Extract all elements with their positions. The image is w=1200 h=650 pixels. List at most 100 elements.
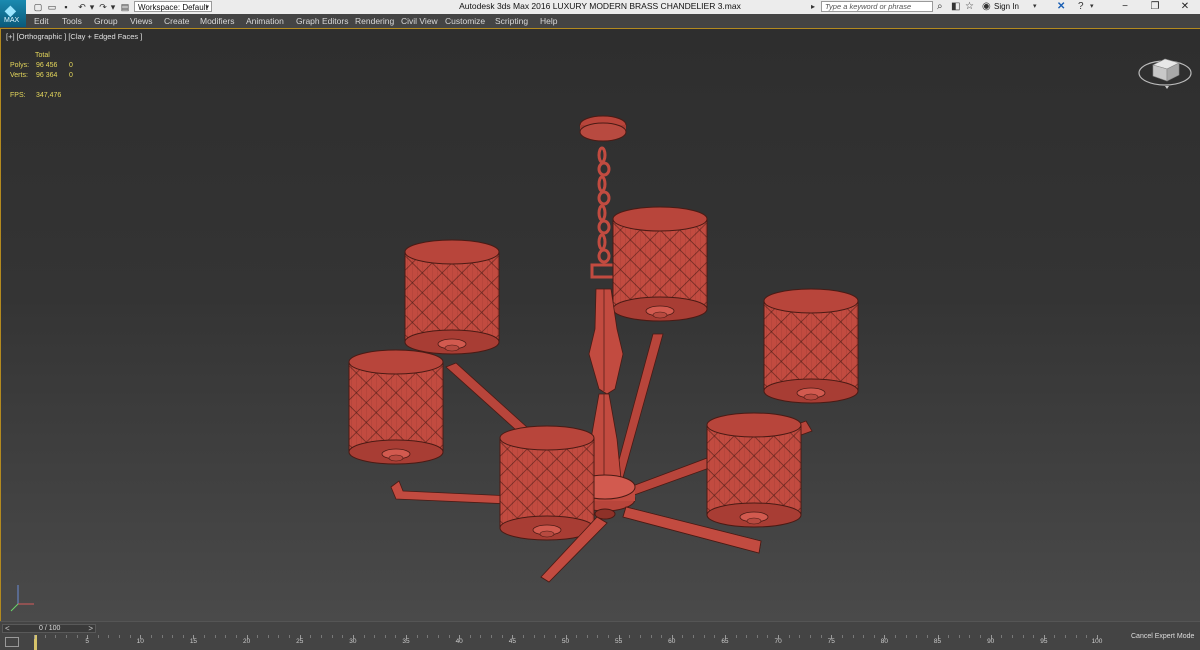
menu-modifiers[interactable]: Modifiers bbox=[200, 15, 234, 27]
ruler-tick-label: 80 bbox=[880, 638, 889, 645]
menu-views[interactable]: Views bbox=[130, 15, 153, 27]
minimize-button[interactable]: − bbox=[1110, 0, 1140, 14]
ruler-tick bbox=[661, 635, 663, 638]
ruler-tick bbox=[491, 635, 493, 638]
menu-rendering[interactable]: Rendering bbox=[355, 15, 394, 27]
ruler-tick-label: 15 bbox=[189, 638, 198, 645]
search-icon[interactable]: ⌕ bbox=[937, 1, 943, 13]
ruler-tick bbox=[576, 635, 578, 638]
sign-in-button[interactable]: Sign In bbox=[994, 2, 1019, 11]
ruler-tick-label: 100 bbox=[1091, 638, 1103, 645]
menu-animation[interactable]: Animation bbox=[246, 15, 284, 27]
ruler-tick bbox=[76, 635, 78, 638]
close-button[interactable]: ✕ bbox=[1170, 0, 1200, 14]
app-logo-text: MAX bbox=[4, 17, 20, 24]
ruler-tick bbox=[34, 635, 35, 639]
menu-bar: Edit Tools Group Views Create Modifiers … bbox=[0, 14, 1200, 29]
time-slider-prev-button[interactable]: < bbox=[5, 624, 10, 633]
favorites-star-icon[interactable]: ☆ bbox=[965, 1, 974, 13]
ruler-tick bbox=[427, 635, 429, 638]
subscription-icon[interactable]: ◧ bbox=[951, 1, 960, 13]
ruler-tick bbox=[374, 635, 376, 638]
ruler-tick bbox=[703, 635, 705, 638]
exchange-apps-icon[interactable]: ✕ bbox=[1057, 1, 1065, 13]
ruler-tick bbox=[544, 635, 546, 638]
menu-scripting[interactable]: Scripting bbox=[495, 15, 528, 27]
ruler-tick bbox=[629, 635, 631, 638]
ruler-tick bbox=[1086, 635, 1088, 638]
ruler-tick bbox=[108, 635, 110, 638]
ruler-tick bbox=[257, 635, 259, 638]
ruler-tick bbox=[278, 635, 280, 638]
ruler-tick-label: 35 bbox=[402, 638, 410, 645]
ruler-tick bbox=[841, 635, 843, 638]
ruler-tick bbox=[969, 635, 971, 638]
ruler-tick bbox=[437, 635, 439, 638]
ruler-tick bbox=[129, 635, 131, 638]
search-input[interactable]: Type a keyword or phrase bbox=[821, 1, 933, 12]
menu-edit[interactable]: Edit bbox=[34, 15, 49, 27]
ruler-tick bbox=[608, 635, 610, 638]
ruler-tick bbox=[55, 635, 57, 638]
ruler-tick bbox=[1054, 635, 1056, 638]
menu-help[interactable]: Help bbox=[540, 15, 557, 27]
ruler-tick bbox=[44, 635, 46, 638]
menu-civil-view[interactable]: Civil View bbox=[401, 15, 438, 27]
ruler-tick-label: 50 bbox=[561, 638, 570, 645]
ruler-tick bbox=[182, 635, 184, 638]
menu-tools[interactable]: Tools bbox=[62, 15, 82, 27]
viewport-orthographic[interactable]: [+] [Orthographic ] [Clay + Edged Faces … bbox=[0, 28, 1200, 621]
ruler-tick bbox=[267, 635, 269, 638]
search-expand-icon[interactable]: ▸ bbox=[811, 1, 815, 13]
title-bar: ◆ MAX ▢ ▭ ▪ ↶ ▾ ↷ ▾ ▤ Workspace: Default… bbox=[0, 0, 1200, 27]
menu-group[interactable]: Group bbox=[94, 15, 118, 27]
ruler-tick bbox=[384, 635, 386, 638]
ruler-tick-label: 40 bbox=[455, 638, 463, 645]
ruler-tick bbox=[342, 635, 344, 638]
menu-customize[interactable]: Customize bbox=[445, 15, 485, 27]
ruler-tick bbox=[235, 635, 237, 638]
cancel-expert-mode-button[interactable]: Cancel Expert Mode bbox=[1131, 633, 1194, 640]
window-title: Autodesk 3ds Max 2016 LUXURY MODERN BRAS… bbox=[459, 1, 741, 11]
ruler-tick bbox=[554, 635, 556, 638]
ruler-tick-label: 5 bbox=[85, 638, 89, 645]
chain-links bbox=[597, 146, 611, 264]
signin-dropdown-icon[interactable]: ▾ bbox=[1033, 1, 1037, 13]
ruler-tick-label: 30 bbox=[349, 638, 357, 645]
ruler-tick bbox=[1011, 635, 1013, 638]
maximize-button[interactable]: ❐ bbox=[1140, 0, 1170, 14]
ruler-tick bbox=[533, 635, 535, 638]
help-icon[interactable]: ? bbox=[1078, 1, 1084, 13]
ruler-tick bbox=[980, 635, 982, 638]
ruler-tick-label: 55 bbox=[615, 638, 623, 645]
ruler-tick bbox=[863, 635, 865, 638]
menu-graph-editors[interactable]: Graph Editors bbox=[296, 15, 348, 27]
ruler-tick-label: 45 bbox=[508, 638, 516, 645]
ruler-tick bbox=[852, 635, 854, 638]
time-slider[interactable]: < 0 / 100 > bbox=[2, 624, 96, 633]
track-bar-ruler[interactable]: 5 10 15 20 25 30 35 40 45 50 55 60 65 70 75 80 85 90 95 100 bbox=[34, 635, 1102, 650]
help-dropdown-icon[interactable]: ▾ bbox=[1090, 1, 1094, 13]
ruler-tick bbox=[735, 635, 737, 638]
menu-create[interactable]: Create bbox=[164, 15, 190, 27]
ruler-tick bbox=[639, 635, 641, 638]
ruler-tick-label: 75 bbox=[827, 638, 835, 645]
ruler-tick bbox=[448, 635, 450, 638]
ruler-tick bbox=[693, 635, 695, 638]
ruler-tick bbox=[788, 635, 790, 638]
ruler-tick bbox=[958, 635, 960, 638]
ruler-tick bbox=[650, 635, 652, 638]
ruler-tick bbox=[501, 635, 503, 638]
ruler-tick-label: 70 bbox=[774, 638, 782, 645]
app-logo-button[interactable]: ◆ MAX bbox=[0, 0, 26, 27]
ruler-tick-label: 90 bbox=[987, 638, 995, 645]
user-icon[interactable]: ◉ bbox=[982, 1, 991, 13]
curve-editor-icon[interactable] bbox=[5, 637, 19, 647]
time-slider-frame: 0 / 100 bbox=[39, 625, 61, 632]
chandelier-model[interactable] bbox=[1, 29, 1200, 621]
ruler-tick bbox=[799, 635, 801, 638]
time-slider-next-button[interactable]: > bbox=[88, 624, 93, 633]
ruler-tick bbox=[480, 635, 482, 638]
ruler-tick bbox=[65, 635, 67, 638]
axis-tripod-icon bbox=[10, 585, 34, 612]
